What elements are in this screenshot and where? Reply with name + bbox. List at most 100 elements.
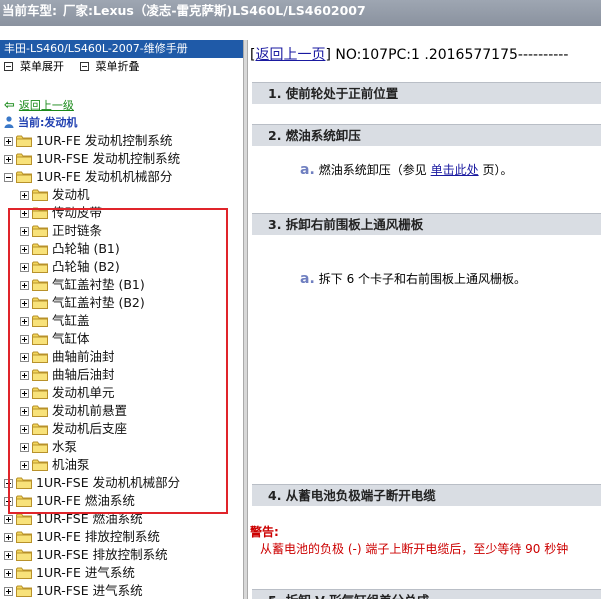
tree-node[interactable]: 1UR-FE 发动机机械部分 bbox=[0, 168, 243, 186]
tree-child-node[interactable]: 发动机单元 bbox=[0, 384, 243, 402]
tree-child-node[interactable]: 气缸盖衬垫 (B2) bbox=[0, 294, 243, 312]
step-2-header: 2. 燃油系统卸压 bbox=[252, 124, 601, 146]
expand-plus-icon[interactable] bbox=[20, 371, 29, 380]
tree-node-label[interactable]: 凸轮轴 (B2) bbox=[52, 259, 120, 274]
tree-node-label[interactable]: 正时链条 bbox=[52, 223, 102, 238]
current-location-label: 当前:发动机 bbox=[18, 116, 78, 129]
expand-plus-icon[interactable] bbox=[4, 497, 13, 506]
step-3-instruction: a. 拆下 6 个卡子和右前围板上通风栅板。 bbox=[300, 270, 526, 287]
click-here-link[interactable]: 单击此处 bbox=[431, 163, 479, 177]
back-page-link[interactable]: 返回上一页 bbox=[255, 47, 325, 63]
doc-header: [返回上一页] NO:107PC:1 .2016577175---------- bbox=[248, 40, 601, 70]
expand-plus-icon[interactable] bbox=[20, 425, 29, 434]
tree-child-node[interactable]: 凸轮轴 (B2) bbox=[0, 258, 243, 276]
collapse-all-button[interactable]: 菜单折叠 bbox=[96, 60, 140, 73]
back-arrow-icon[interactable]: ⇦ bbox=[4, 98, 15, 113]
tree-node-label[interactable]: 气缸体 bbox=[52, 331, 90, 346]
tree-node-label[interactable]: 1UR-FSE 发动机机械部分 bbox=[36, 475, 180, 490]
tree-node-label[interactable]: 机油泵 bbox=[52, 457, 90, 472]
tree-child-node[interactable]: 水泵 bbox=[0, 438, 243, 456]
expand-plus-icon[interactable] bbox=[4, 533, 13, 542]
tree-node-label[interactable]: 1UR-FSE 燃油系统 bbox=[36, 511, 143, 526]
tree-node-label[interactable]: 发动机后支座 bbox=[52, 421, 127, 436]
tree-node[interactable]: 1UR-FSE 进气系统 bbox=[0, 582, 243, 599]
tree-child-node[interactable]: 发动机 bbox=[0, 186, 243, 204]
expand-plus-icon[interactable] bbox=[20, 389, 29, 398]
tree-child-node[interactable]: 曲轴前油封 bbox=[0, 348, 243, 366]
tree-child-node[interactable]: 气缸盖衬垫 (B1) bbox=[0, 276, 243, 294]
back-up-level[interactable]: ⇦ 返回上一级 bbox=[4, 98, 74, 114]
expand-plus-icon[interactable] bbox=[20, 317, 29, 326]
folder-icon bbox=[32, 207, 48, 219]
expand-plus-icon[interactable] bbox=[4, 515, 13, 524]
expand-plus-icon[interactable] bbox=[20, 299, 29, 308]
expand-plus-icon[interactable] bbox=[4, 137, 13, 146]
step-2-text-pre: 燃油系统卸压（参见 bbox=[318, 163, 427, 177]
tree-node-label[interactable]: 曲轴后油封 bbox=[52, 367, 115, 382]
collapse-minus-icon[interactable] bbox=[4, 173, 13, 182]
expand-plus-icon[interactable] bbox=[4, 569, 13, 578]
tree-node-label[interactable]: 1UR-FE 发动机机械部分 bbox=[36, 169, 172, 184]
tree-node[interactable]: 1UR-FE 进气系统 bbox=[0, 564, 243, 582]
tree-child-node[interactable]: 发动机后支座 bbox=[0, 420, 243, 438]
tree-child-node[interactable]: 气缸体 bbox=[0, 330, 243, 348]
expand-plus-icon[interactable] bbox=[20, 227, 29, 236]
tree-node[interactable]: 1UR-FE 发动机控制系统 bbox=[0, 132, 243, 150]
expand-plus-icon[interactable] bbox=[20, 191, 29, 200]
expand-plus-icon[interactable] bbox=[20, 461, 29, 470]
tree-node-label[interactable]: 1UR-FE 进气系统 bbox=[36, 565, 135, 580]
tree-node-label[interactable]: 1UR-FSE 发动机控制系统 bbox=[36, 151, 180, 166]
tree-node-label[interactable]: 1UR-FE 排放控制系统 bbox=[36, 529, 160, 544]
expand-plus-icon[interactable] bbox=[4, 587, 13, 596]
step-2-bullet: a. bbox=[300, 162, 315, 178]
tree-child-node[interactable]: 曲轴后油封 bbox=[0, 366, 243, 384]
tree-node-label[interactable]: 气缸盖衬垫 (B1) bbox=[52, 277, 145, 292]
tree-child-node[interactable]: 发动机前悬置 bbox=[0, 402, 243, 420]
tree-child-node[interactable]: 正时链条 bbox=[0, 222, 243, 240]
tree-node-label[interactable]: 1UR-FE 燃油系统 bbox=[36, 493, 135, 508]
expand-plus-icon[interactable] bbox=[4, 551, 13, 560]
tree-node-label[interactable]: 发动机单元 bbox=[52, 385, 115, 400]
expand-plus-icon[interactable] bbox=[20, 443, 29, 452]
tree-node-label[interactable]: 气缸盖衬垫 (B2) bbox=[52, 295, 145, 310]
tree-child-node[interactable]: 机油泵 bbox=[0, 456, 243, 474]
tree-node-label[interactable]: 1UR-FSE 排放控制系统 bbox=[36, 547, 168, 562]
tree-node[interactable]: 1UR-FE 排放控制系统 bbox=[0, 528, 243, 546]
tree-node-label[interactable]: 凸轮轴 (B1) bbox=[52, 241, 120, 256]
folder-icon bbox=[16, 495, 32, 507]
navigation-panel: 丰田-LS460/LS460L-2007-维修手册 菜单展开 菜单折叠 ⇦ 返回上… bbox=[0, 40, 243, 599]
tree-node-label[interactable]: 曲轴前油封 bbox=[52, 349, 115, 364]
tree-node-label[interactable]: 水泵 bbox=[52, 439, 77, 454]
tree-node-label[interactable]: 传动皮带 bbox=[52, 205, 102, 220]
tree-node-label[interactable]: 气缸盖 bbox=[52, 313, 90, 328]
expand-icon[interactable] bbox=[4, 62, 13, 71]
tree-node[interactable]: 1UR-FSE 发动机控制系统 bbox=[0, 150, 243, 168]
tree-node-label[interactable]: 发动机前悬置 bbox=[52, 403, 127, 418]
tree-node[interactable]: 1UR-FE 燃油系统 bbox=[0, 492, 243, 510]
expand-plus-icon[interactable] bbox=[20, 263, 29, 272]
expand-plus-icon[interactable] bbox=[20, 353, 29, 362]
tree-node-label[interactable]: 发动机 bbox=[52, 187, 90, 202]
tree-node[interactable]: 1UR-FSE 发动机机械部分 bbox=[0, 474, 243, 492]
collapse-icon[interactable] bbox=[79, 62, 89, 71]
folder-icon bbox=[16, 531, 32, 543]
expand-plus-icon[interactable] bbox=[20, 209, 29, 218]
folder-icon bbox=[16, 477, 32, 489]
expand-all-button[interactable]: 菜单展开 bbox=[20, 60, 64, 73]
expand-plus-icon[interactable] bbox=[20, 335, 29, 344]
tree-child-node[interactable]: 传动皮带 bbox=[0, 204, 243, 222]
expand-plus-icon[interactable] bbox=[20, 245, 29, 254]
tree-node[interactable]: 1UR-FSE 燃油系统 bbox=[0, 510, 243, 528]
manual-title: 丰田-LS460/LS460L-2007-维修手册 bbox=[0, 40, 243, 58]
tree-node-label[interactable]: 1UR-FE 发动机控制系统 bbox=[36, 133, 172, 148]
expand-plus-icon[interactable] bbox=[20, 407, 29, 416]
tree-child-node[interactable]: 气缸盖 bbox=[0, 312, 243, 330]
expand-plus-icon[interactable] bbox=[4, 155, 13, 164]
current-vehicle-bar: 当前车型: 厂家:Lexus（凌志-雷克萨斯)LS460L/LS4602007 bbox=[0, 0, 601, 26]
tree-node[interactable]: 1UR-FSE 排放控制系统 bbox=[0, 546, 243, 564]
expand-plus-icon[interactable] bbox=[4, 479, 13, 488]
tree-child-node[interactable]: 凸轮轴 (B1) bbox=[0, 240, 243, 258]
expand-plus-icon[interactable] bbox=[20, 281, 29, 290]
back-up-level-link[interactable]: 返回上一级 bbox=[19, 99, 74, 112]
tree-node-label[interactable]: 1UR-FSE 进气系统 bbox=[36, 583, 143, 598]
